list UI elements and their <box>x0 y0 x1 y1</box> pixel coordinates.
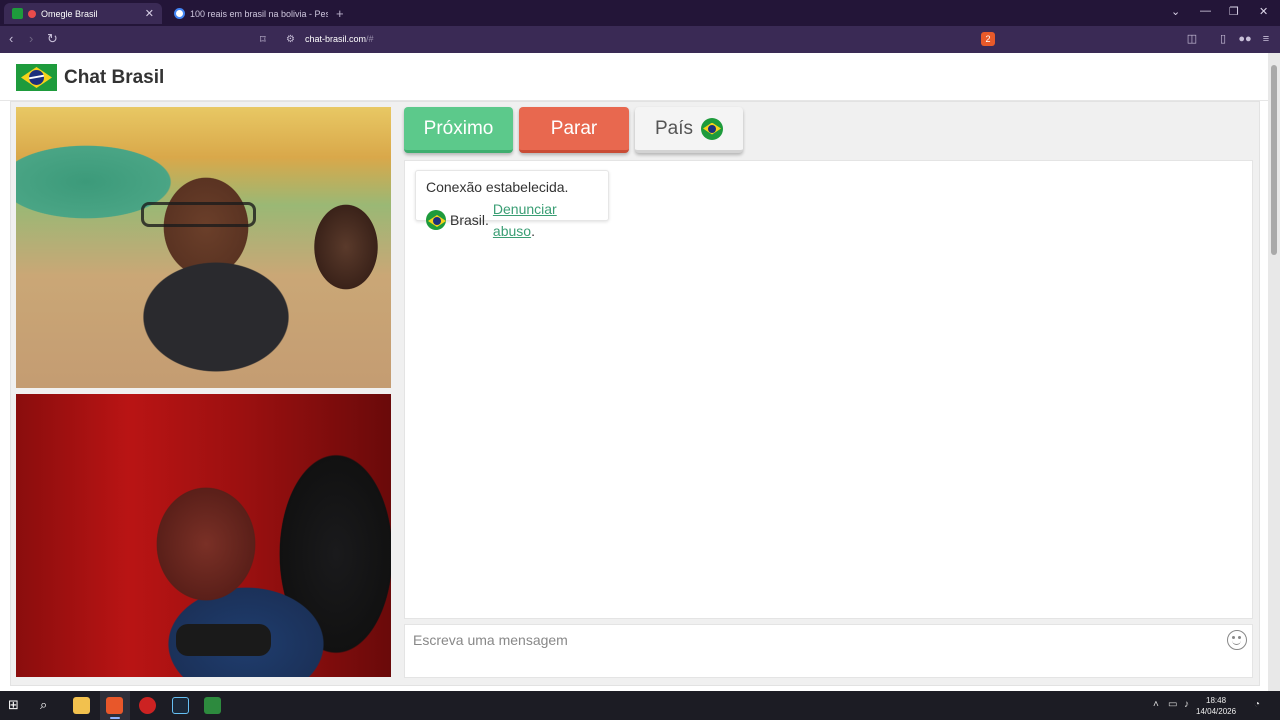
network-icon[interactable]: ▭ <box>1168 699 1177 710</box>
windows-taskbar: ⊞ ⌕ ˄ ▭ ♪ 18:48 14/04/2026 ◔ <box>0 691 1280 720</box>
vpn-glasses-icon[interactable]: ●● <box>1238 32 1252 46</box>
system-message: Conexão estabelecida. Brasil. Denunciar … <box>415 170 609 239</box>
address-bar-row: ‹ › ↻ ⌑ ⚙ chat-brasil.com/# 2 ◫ ▯ ●● ≡ <box>0 26 1280 53</box>
site-header: Chat Brasil <box>0 53 1268 101</box>
forward-icon[interactable]: › <box>29 31 33 46</box>
site-settings-icon[interactable]: ⚙ <box>286 34 295 45</box>
new-tab-button[interactable]: + <box>336 6 344 21</box>
country-label: País <box>654 117 694 139</box>
notifications-icon[interactable]: ◔ <box>1254 699 1260 710</box>
obs-studio-icon[interactable] <box>139 697 156 714</box>
windows-start-icon[interactable]: ⊞ <box>8 697 25 714</box>
stranger-video <box>16 107 391 388</box>
taskbar-clock[interactable]: 18:48 14/04/2026 <box>1196 695 1236 717</box>
game-app-icon[interactable] <box>204 697 221 714</box>
stranger-glasses <box>141 202 256 227</box>
volume-icon[interactable]: ♪ <box>1184 699 1189 710</box>
report-abuse-link[interactable]: Denunciar abuso <box>493 201 557 239</box>
stranger-country-line: Brasil. Denunciar abuso. <box>426 198 598 242</box>
google-favicon-icon <box>174 8 185 19</box>
page-scrollbar[interactable] <box>1268 53 1280 691</box>
report-suffix: . <box>531 223 535 239</box>
close-window-icon[interactable]: ✕ <box>1259 5 1268 18</box>
leo-ai-icon[interactable]: ◫ <box>1185 32 1199 46</box>
microphone <box>176 624 271 656</box>
tray-overflow-icon[interactable]: ˄ <box>1153 699 1159 710</box>
chat-log: Conexão estabelecida. Brasil. Denunciar … <box>404 160 1253 619</box>
brazil-flag-logo-icon[interactable] <box>16 64 57 91</box>
reload-icon[interactable]: ↻ <box>47 31 58 47</box>
next-label: Próximo <box>423 117 494 139</box>
brazil-flag-favicon-icon <box>12 8 23 19</box>
bookmark-icon[interactable]: ⌑ <box>260 33 266 46</box>
menu-icon[interactable]: ≡ <box>1259 32 1273 46</box>
scrollbar-thumb[interactable] <box>1271 65 1277 255</box>
tab-omegle-brasil[interactable]: Omegle Brasil ✕ <box>4 3 162 24</box>
minimize-icon[interactable]: — <box>1200 5 1211 17</box>
stranger-country: Brasil. <box>450 212 489 228</box>
message-input[interactable] <box>405 625 1205 655</box>
connection-status: Conexão estabelecida. <box>426 179 569 195</box>
shields-count: 2 <box>985 34 991 44</box>
url-host: chat-brasil.com <box>305 34 367 44</box>
url-field[interactable]: chat-brasil.com/# <box>305 34 374 44</box>
search-icon[interactable]: ⌕ <box>40 697 57 714</box>
restore-icon[interactable]: ❐ <box>1229 5 1239 18</box>
site-title[interactable]: Chat Brasil <box>64 67 164 89</box>
active-indicator <box>110 717 120 719</box>
stop-label: Parar <box>550 117 598 139</box>
emoji-icon[interactable] <box>1227 630 1247 650</box>
tab-title: 100 reais em brasil na bolivia - Pesqu <box>190 8 328 19</box>
brazil-flag-icon <box>701 117 724 140</box>
clock-date: 14/04/2026 <box>1196 707 1237 716</box>
file-explorer-icon[interactable] <box>73 697 90 714</box>
brazil-flag-icon <box>426 210 446 230</box>
web-page: Chat Brasil Próximo Parar País Conexão e… <box>0 53 1268 691</box>
next-button[interactable]: Próximo <box>404 107 513 153</box>
tab-google-search[interactable]: 100 reais em brasil na bolivia - Pesqu <box>166 3 336 24</box>
self-video <box>16 394 391 677</box>
close-tab-icon[interactable]: ✕ <box>145 7 154 20</box>
back-icon[interactable]: ‹ <box>9 31 13 46</box>
sidebar-icon[interactable]: ▯ <box>1216 32 1230 46</box>
recording-icon <box>28 9 36 18</box>
message-compose <box>404 624 1253 678</box>
steam-icon[interactable] <box>172 697 189 714</box>
stop-button[interactable]: Parar <box>519 107 629 153</box>
country-button[interactable]: País <box>635 107 743 153</box>
brave-browser-icon[interactable] <box>106 697 123 714</box>
browser-tab-bar: Omegle Brasil ✕ 100 reais em brasil na b… <box>0 0 1280 26</box>
tab-title: Omegle Brasil <box>41 8 98 19</box>
brave-shields-icon[interactable]: 2 <box>981 32 995 46</box>
tab-search-chevron-icon[interactable]: ⌄ <box>1171 5 1180 18</box>
clock-time: 18:48 <box>1206 696 1227 705</box>
url-path: /# <box>366 34 374 44</box>
